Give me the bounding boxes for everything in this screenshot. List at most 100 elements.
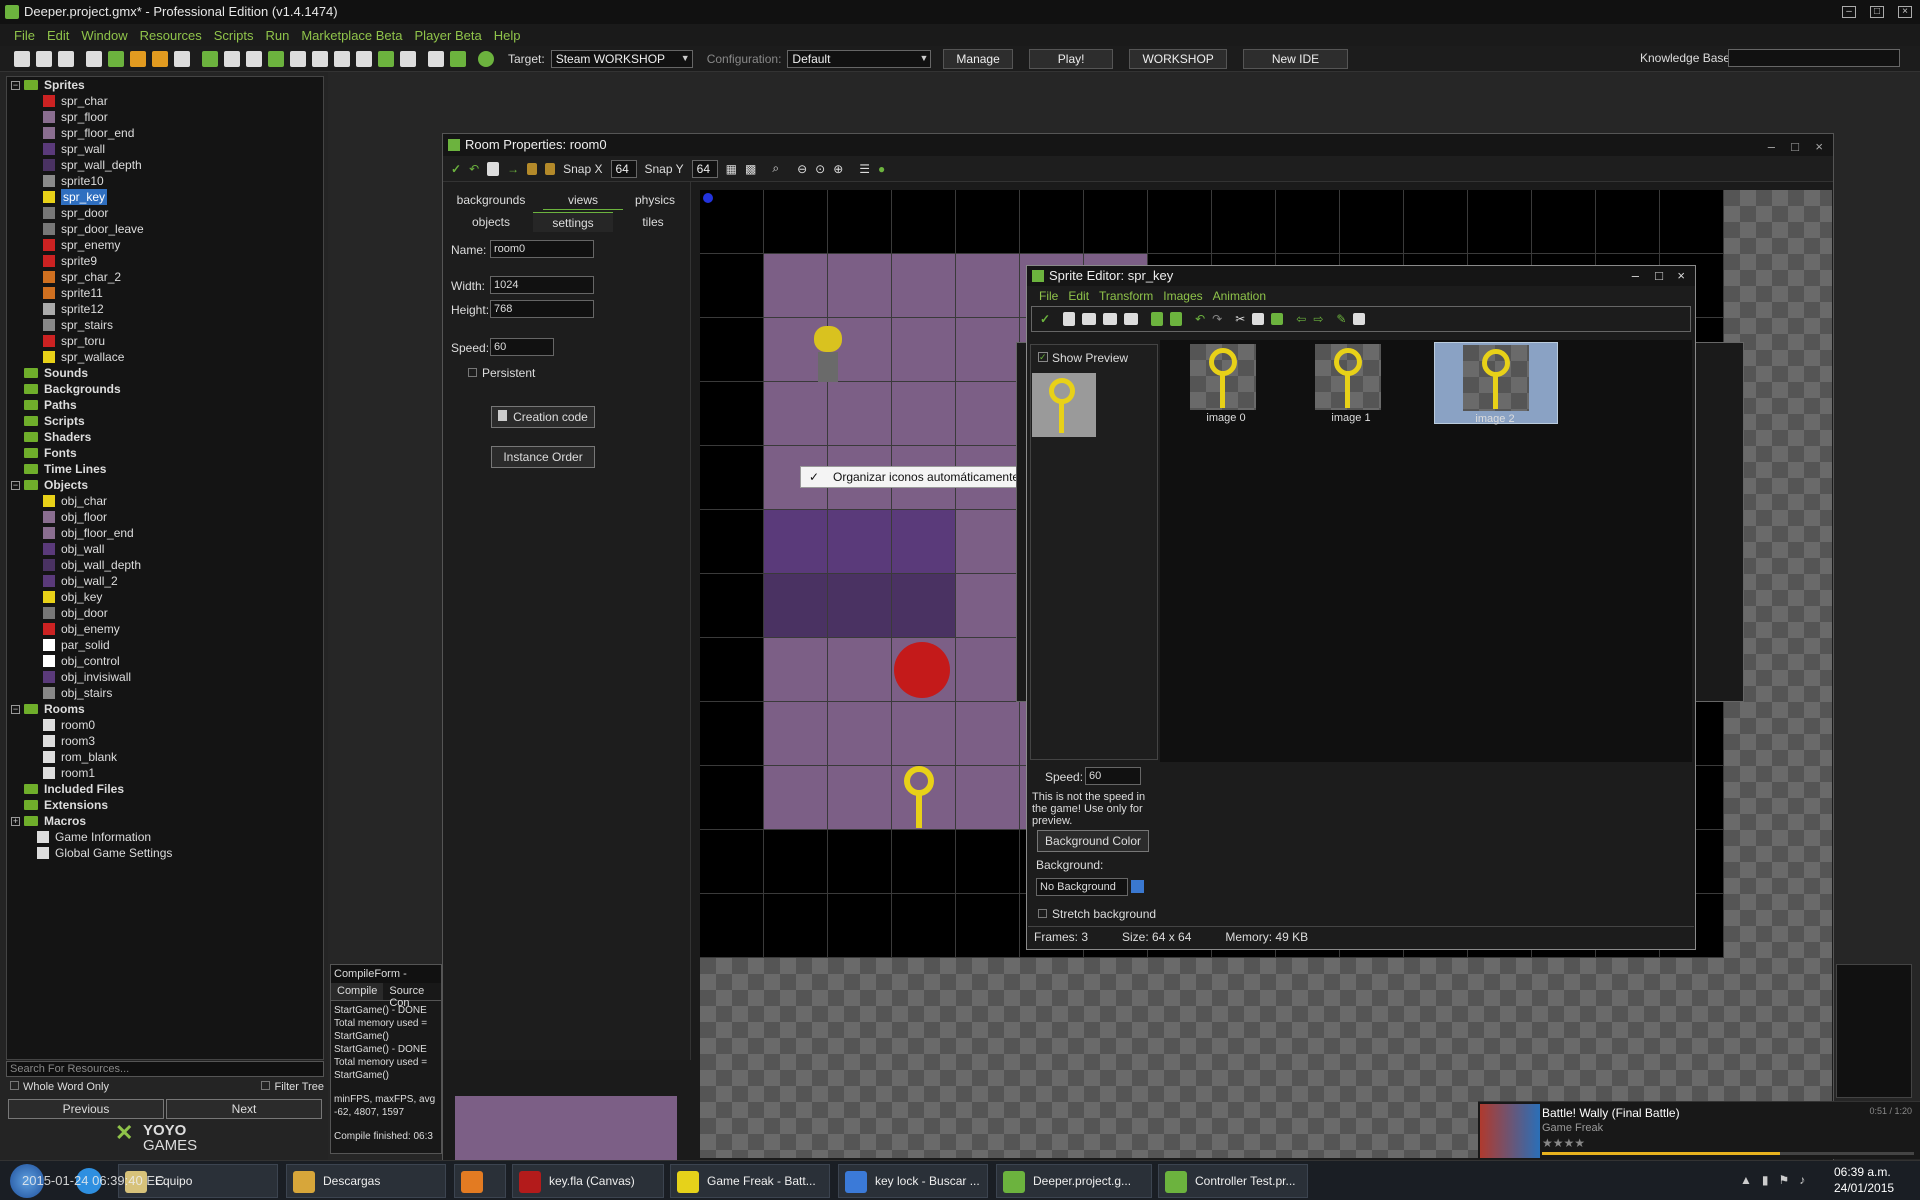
tree-sprite-spr_wall[interactable]: spr_wall <box>7 141 323 157</box>
sprite-cut-icon[interactable]: ✂ <box>1235 312 1245 326</box>
zoom-reset-icon[interactable]: ⊙ <box>815 162 825 176</box>
grid-icon[interactable]: ▦ <box>726 162 737 176</box>
sprite-add-icon[interactable] <box>1103 313 1118 325</box>
zoom-icon[interactable]: ⌕ <box>772 161 779 176</box>
minimize-icon[interactable]: – <box>1842 6 1856 18</box>
new-ide-button[interactable]: New IDE <box>1242 48 1349 69</box>
background-select[interactable]: No Background <box>1036 878 1128 896</box>
sprite-frame-2[interactable]: image 2 <box>1434 342 1558 425</box>
add-sprite-icon[interactable] <box>202 50 218 67</box>
room-minimize-icon[interactable]: – <box>1768 136 1775 158</box>
sprite-edit-icon[interactable]: ✎ <box>1336 312 1346 326</box>
taskbar-item-7[interactable]: Controller Test.pr... <box>1158 1164 1308 1198</box>
menu-help[interactable]: Help <box>494 28 521 43</box>
snapx-input[interactable]: 64 <box>610 159 637 178</box>
lock-icon[interactable] <box>527 162 538 175</box>
sprite-ok-icon[interactable]: ✓ <box>1040 312 1050 326</box>
whole-word-checkbox[interactable]: Whole Word Only <box>6 1081 109 1097</box>
undo-icon[interactable]: ↶ <box>469 162 479 176</box>
sprite-right-icon[interactable]: ⇨ <box>1313 312 1323 326</box>
tree-folder-rooms[interactable]: − Rooms <box>7 701 323 717</box>
sprite-speed-input[interactable]: 60 <box>1085 767 1141 785</box>
room-height-input[interactable]: 768 <box>490 300 594 318</box>
zoom-in-icon[interactable]: ⊕ <box>833 162 843 176</box>
tree-sprite-spr_char_2[interactable]: spr_char_2 <box>7 269 323 285</box>
room-maximize-icon[interactable]: □ <box>1791 136 1799 158</box>
tree-sprite-spr_char[interactable]: spr_char <box>7 93 323 109</box>
add-timeline-icon[interactable] <box>356 50 372 67</box>
tree-object-obj_key[interactable]: obj_key <box>7 589 323 605</box>
stop-icon[interactable] <box>152 50 168 67</box>
tab-source-control[interactable]: Source Con <box>383 983 441 1009</box>
show-preview-checkbox[interactable]: ✓ <box>1038 352 1048 362</box>
menu-file[interactable]: File <box>14 28 35 43</box>
clear-room-icon[interactable] <box>487 161 500 176</box>
sprite-frame-1[interactable]: image 1 <box>1311 342 1391 424</box>
add-font-icon[interactable] <box>334 50 350 67</box>
taskbar-item-5[interactable]: key lock - Buscar ... <box>838 1164 988 1198</box>
sprite-copy-icon[interactable] <box>1252 313 1265 325</box>
add-path-icon[interactable] <box>268 50 284 67</box>
tree-folder-macros[interactable]: + Macros <box>7 813 323 829</box>
room-speed-input[interactable]: 60 <box>490 338 554 356</box>
tab-tiles[interactable]: tiles <box>613 212 693 232</box>
resource-search-input[interactable]: Search For Resources... <box>6 1061 324 1077</box>
tab-physics[interactable]: physics <box>615 190 695 210</box>
export-icon[interactable] <box>86 50 102 67</box>
sprite-minimize-icon[interactable]: – <box>1632 266 1639 286</box>
sprite-new-icon[interactable] <box>1063 312 1076 326</box>
tree-object-obj_wall_depth[interactable]: obj_wall_depth <box>7 557 323 573</box>
config-select[interactable]: Default ▼ <box>787 49 932 68</box>
creation-code-button[interactable]: Creation code <box>491 406 595 428</box>
sprite-undo-icon[interactable]: ↶ <box>1195 312 1205 326</box>
run-icon[interactable] <box>108 50 124 67</box>
background-color-button[interactable]: Background Color <box>1037 830 1149 852</box>
key-instance[interactable] <box>904 766 934 828</box>
sprite-menu-images[interactable]: Images <box>1163 289 1202 303</box>
tree-object-obj_enemy[interactable]: obj_enemy <box>7 621 323 637</box>
flag-icon[interactable]: ⚑ <box>1779 1173 1790 1187</box>
tree-folder-fonts[interactable]: Fonts <box>7 445 323 461</box>
sprite-menu-file[interactable]: File <box>1039 289 1058 303</box>
menu-edit[interactable]: Edit <box>47 28 69 43</box>
close-icon[interactable]: × <box>1898 6 1912 18</box>
taskbar-item-6[interactable]: Deeper.project.g... <box>996 1164 1152 1198</box>
add-background-icon[interactable] <box>246 50 262 67</box>
tab-compile[interactable]: Compile <box>331 983 384 1000</box>
tree-sprite-sprite11[interactable]: sprite11 <box>7 285 323 301</box>
menu-window[interactable]: Window <box>81 28 127 43</box>
kb-search-input[interactable] <box>1728 49 1900 67</box>
menu-run[interactable]: Run <box>265 28 289 43</box>
tree-folder-sounds[interactable]: Sounds <box>7 365 323 381</box>
game-info-icon[interactable] <box>428 50 444 67</box>
debug-icon[interactable] <box>130 50 146 67</box>
tree-object-obj_wall[interactable]: obj_wall <box>7 541 323 557</box>
tree-object-obj_char[interactable]: obj_char <box>7 493 323 509</box>
tree-sprite-spr_door_leave[interactable]: spr_door_leave <box>7 221 323 237</box>
menu-resources[interactable]: Resources <box>140 28 202 43</box>
menu-player[interactable]: Player Beta <box>415 28 482 43</box>
tree-object-obj_control[interactable]: obj_control <box>7 653 323 669</box>
previous-button[interactable]: Previous <box>8 1099 164 1119</box>
progress-bar[interactable] <box>1542 1152 1914 1155</box>
tree-sprite-sprite12[interactable]: sprite12 <box>7 301 323 317</box>
tray-arrow-icon[interactable]: ▲ <box>1740 1173 1752 1187</box>
sprite-redo-icon[interactable]: ↷ <box>1212 312 1222 326</box>
tree-sprite-sprite10[interactable]: sprite10 <box>7 173 323 189</box>
stretch-checkbox[interactable] <box>1038 909 1047 918</box>
maximize-icon[interactable]: □ <box>1870 6 1884 18</box>
tab-views[interactable]: views <box>543 190 623 210</box>
target-select[interactable]: Steam WORKSHOP ▼ <box>550 49 693 68</box>
snapy-input[interactable]: 64 <box>691 159 718 178</box>
expand-toggle-icon[interactable]: − <box>11 704 20 714</box>
taskbar-item-4[interactable]: Game Freak - Batt... <box>670 1164 830 1198</box>
clock-time[interactable]: 06:39 a.m. <box>1834 1165 1891 1179</box>
menu-scripts[interactable]: Scripts <box>214 28 254 43</box>
isometric-icon[interactable]: ▩ <box>745 162 756 176</box>
tree-sprite-spr_key[interactable]: spr_key <box>7 189 323 205</box>
enemy-instance[interactable] <box>894 642 950 698</box>
ok-check-icon[interactable]: ✓ <box>451 162 461 176</box>
taskbar-item-1[interactable]: Descargas <box>286 1164 446 1198</box>
tree-object-par_solid[interactable]: par_solid <box>7 637 323 653</box>
tree-folder-objects[interactable]: − Objects <box>7 477 323 493</box>
